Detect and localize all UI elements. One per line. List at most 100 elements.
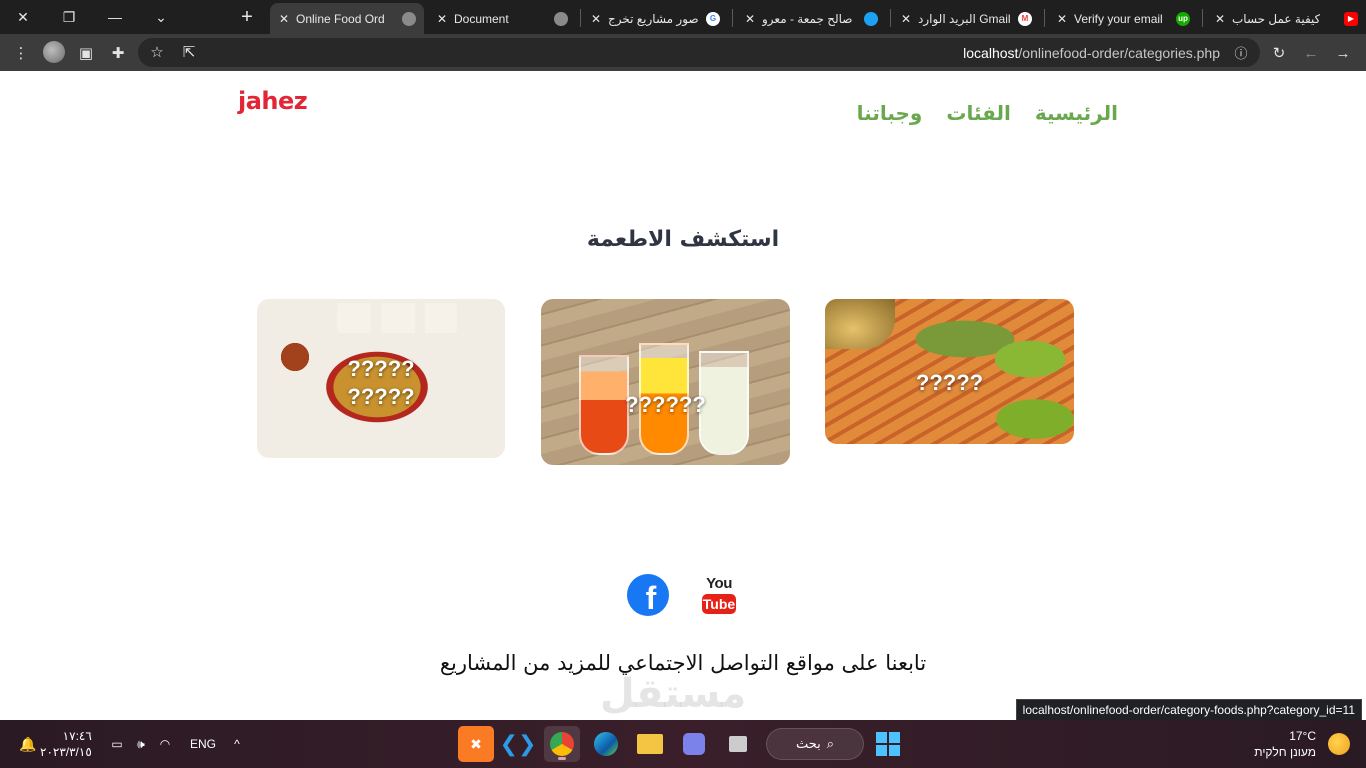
- xampp-app-icon[interactable]: ✖: [458, 726, 494, 762]
- start-button[interactable]: [870, 726, 906, 762]
- edge-app-icon[interactable]: [588, 726, 624, 762]
- url-text[interactable]: localhost/onlinefood-order/categories.ph…: [963, 45, 1220, 61]
- clock[interactable]: ١٧:٤٦ ٢٠٢٣/٣/١٥: [40, 728, 92, 760]
- tab-youtube[interactable]: ✕ كيفية عمل حساب ▶: [1206, 3, 1366, 34]
- category-card-rice[interactable]: ????? ?????: [257, 299, 505, 458]
- tab-divider: [580, 9, 581, 27]
- main-nav: الرئيسية الفئات وجباتنا: [857, 101, 1118, 125]
- clock-date: ٢٠٢٣/٣/١٥: [40, 745, 92, 759]
- youtube-logo-you: You: [706, 575, 732, 592]
- close-icon[interactable]: ✕: [1056, 12, 1068, 26]
- tab-document[interactable]: ✕ Document: [428, 3, 576, 34]
- tab-search-button[interactable]: ⌄: [138, 0, 184, 34]
- category-caption: ??????: [625, 392, 706, 417]
- tab-label: Verify your email: [1074, 11, 1163, 26]
- tab-verify-email[interactable]: ✕ Verify your email up: [1048, 3, 1198, 34]
- folder-icon: [637, 734, 663, 754]
- browser-tab-strip: ✕ ❐ — ⌄ + ✕ Online Food Ord ✕ Document ✕…: [0, 0, 1366, 34]
- watermark: مستقل: [600, 671, 747, 717]
- upwork-icon: up: [1176, 11, 1190, 26]
- web-page: jahez الرئيسية الفئات وجباتنا استكشف الا…: [0, 71, 1366, 721]
- site-info-icon[interactable]: ⓘ: [1228, 39, 1254, 65]
- tab-divider: [890, 9, 891, 27]
- language-indicator[interactable]: ENG: [186, 720, 220, 768]
- bookmark-star-icon[interactable]: ☆: [144, 39, 170, 65]
- gmail-icon: M: [1018, 11, 1032, 26]
- category-caption: ?????: [915, 370, 984, 395]
- close-icon[interactable]: ✕: [900, 12, 912, 26]
- extensions-icon[interactable]: ✚: [105, 40, 131, 66]
- teams-logo: [683, 733, 705, 755]
- chevron-up-icon[interactable]: ^: [226, 720, 248, 768]
- url-path: /onlinefood-order/categories.php: [1018, 45, 1220, 61]
- windows-taskbar: 🔔 ١٧:٤٦ ٢٠٢٣/٣/١٥ ▭ 🕪 ◠ ENG ^ ✖ ❮❯ بحث ⌕…: [0, 720, 1366, 768]
- clock-time: ١٧:٤٦: [62, 729, 92, 743]
- address-bar[interactable]: ☆ ⇱ localhost/onlinefood-order/categorie…: [138, 38, 1260, 67]
- tab-gmail-inbox[interactable]: ✕ البريد الوارد Gmail M: [892, 3, 1040, 34]
- browser-toolbar: ⋮ ▣ ✚ ☆ ⇱ localhost/onlinefood-order/cat…: [0, 34, 1366, 71]
- category-card-sweets[interactable]: ?????: [825, 299, 1074, 444]
- status-bar-url: localhost/onlinefood-order/category-food…: [1015, 699, 1362, 721]
- tab-label: Online Food Ord: [296, 11, 385, 26]
- close-icon[interactable]: ✕: [744, 12, 756, 26]
- weather-temperature: 17°C: [1289, 729, 1316, 743]
- edge-logo: [594, 732, 618, 756]
- nav-link-meals[interactable]: وجباتنا: [857, 101, 923, 125]
- reload-icon[interactable]: ↻: [1266, 40, 1292, 66]
- active-app-indicator: [558, 757, 566, 760]
- nav-link-home[interactable]: الرئيسية: [1035, 101, 1118, 125]
- search-icon: ⌕: [826, 736, 835, 751]
- new-tab-button[interactable]: +: [224, 0, 270, 34]
- task-view-icon: [729, 736, 747, 752]
- facebook-icon[interactable]: f: [627, 574, 669, 616]
- profile-avatar[interactable]: [43, 41, 65, 63]
- tab-divider: [1044, 9, 1045, 27]
- vscode-app-icon[interactable]: ❮❯: [500, 726, 537, 762]
- youtube-icon: ▶: [1344, 11, 1358, 26]
- google-icon: G: [706, 11, 720, 26]
- side-panel-icon[interactable]: ▣: [73, 40, 99, 66]
- restore-window-button[interactable]: ❐: [46, 0, 92, 34]
- tab-divider: [732, 9, 733, 27]
- logo-text: jahez: [238, 87, 308, 115]
- section-title: استكشف الاطعمة: [586, 227, 780, 252]
- youtube-logo-tube: Tube: [702, 594, 736, 614]
- caption-line-2: ?????: [347, 384, 415, 409]
- weather-widget[interactable]: 17°C מעונן חלקית: [1254, 728, 1316, 760]
- wifi-icon[interactable]: ◠: [154, 720, 176, 768]
- teams-app-icon[interactable]: [676, 726, 712, 762]
- tab-label: كيفية عمل حساب: [1232, 11, 1321, 26]
- forward-arrow-icon[interactable]: ←: [1298, 40, 1324, 66]
- close-icon[interactable]: ✕: [590, 12, 602, 26]
- battery-icon[interactable]: ▭: [106, 720, 128, 768]
- site-logo[interactable]: jahez: [238, 83, 308, 116]
- file-explorer-app-icon[interactable]: [632, 726, 668, 762]
- back-arrow-icon[interactable]: →: [1330, 40, 1356, 66]
- tab-label: صور مشاريع تخرج: [608, 11, 699, 26]
- tab-label: صالح جمعة - معرو: [762, 11, 853, 26]
- food-image-detail: [825, 299, 895, 349]
- close-icon[interactable]: ✕: [436, 12, 448, 26]
- tab-label: البريد الوارد Gmail: [918, 11, 1011, 26]
- tab-graduation-projects[interactable]: ✕ صور مشاريع تخرج G: [582, 3, 728, 34]
- globe-icon: [554, 11, 568, 26]
- notification-bell-icon[interactable]: 🔔: [16, 720, 40, 768]
- chrome-app-icon[interactable]: [544, 726, 580, 762]
- nav-link-categories[interactable]: الفئات: [946, 101, 1011, 125]
- share-icon[interactable]: ⇱: [176, 39, 202, 65]
- close-icon[interactable]: ✕: [278, 12, 290, 26]
- close-icon[interactable]: ✕: [1214, 12, 1226, 26]
- windows-logo-icon: [876, 732, 900, 756]
- volume-icon[interactable]: 🕪: [130, 720, 152, 768]
- tab-online-food-order[interactable]: ✕ Online Food Ord: [270, 3, 424, 34]
- menu-dots-icon[interactable]: ⋮: [8, 40, 34, 66]
- minimize-window-button[interactable]: —: [92, 0, 138, 34]
- task-view-app-icon[interactable]: [720, 726, 756, 762]
- tab-saleh-jumaa[interactable]: ✕ صالح جمعة - معرو: [736, 3, 886, 34]
- category-card-drinks[interactable]: ??????: [541, 299, 790, 465]
- tab-label: Document: [454, 11, 509, 26]
- url-host: localhost: [963, 45, 1019, 61]
- taskbar-search[interactable]: بحث ⌕: [766, 728, 864, 760]
- youtube-icon[interactable]: You Tube: [702, 576, 736, 614]
- close-window-button[interactable]: ✕: [0, 0, 46, 34]
